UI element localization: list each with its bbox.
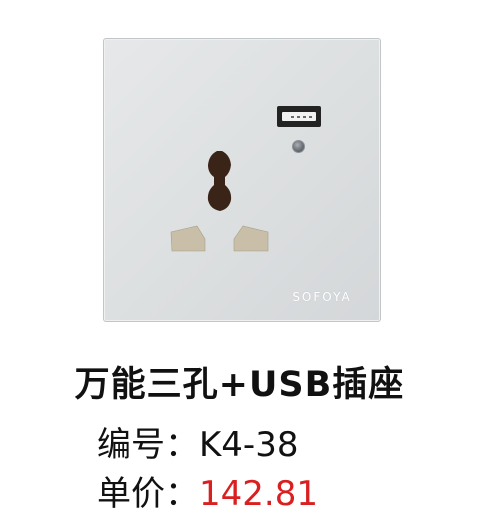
product-code-label: 编号：: [97, 425, 199, 465]
product-price-label: 单价：: [97, 474, 199, 514]
socket-right-hole: [233, 225, 269, 252]
usb-port: [277, 106, 321, 127]
indicator-led: [292, 140, 305, 153]
universal-socket-icon: [170, 151, 269, 252]
product-title: 万能三孔+USB插座: [74, 365, 405, 405]
product-price-value: 142.81: [199, 474, 318, 514]
product-code-value: K4-38: [199, 425, 299, 465]
socket-panel: SOFOYA: [103, 38, 381, 322]
brand-logo: SOFOYA: [292, 290, 352, 304]
usb-port-tongue: [282, 112, 316, 121]
product-code-row: 编号：K4-38: [97, 417, 298, 466]
socket-left-hole: [170, 225, 206, 252]
socket-top-hole: [207, 151, 232, 211]
product-price-row: 单价：142.81: [97, 466, 318, 515]
